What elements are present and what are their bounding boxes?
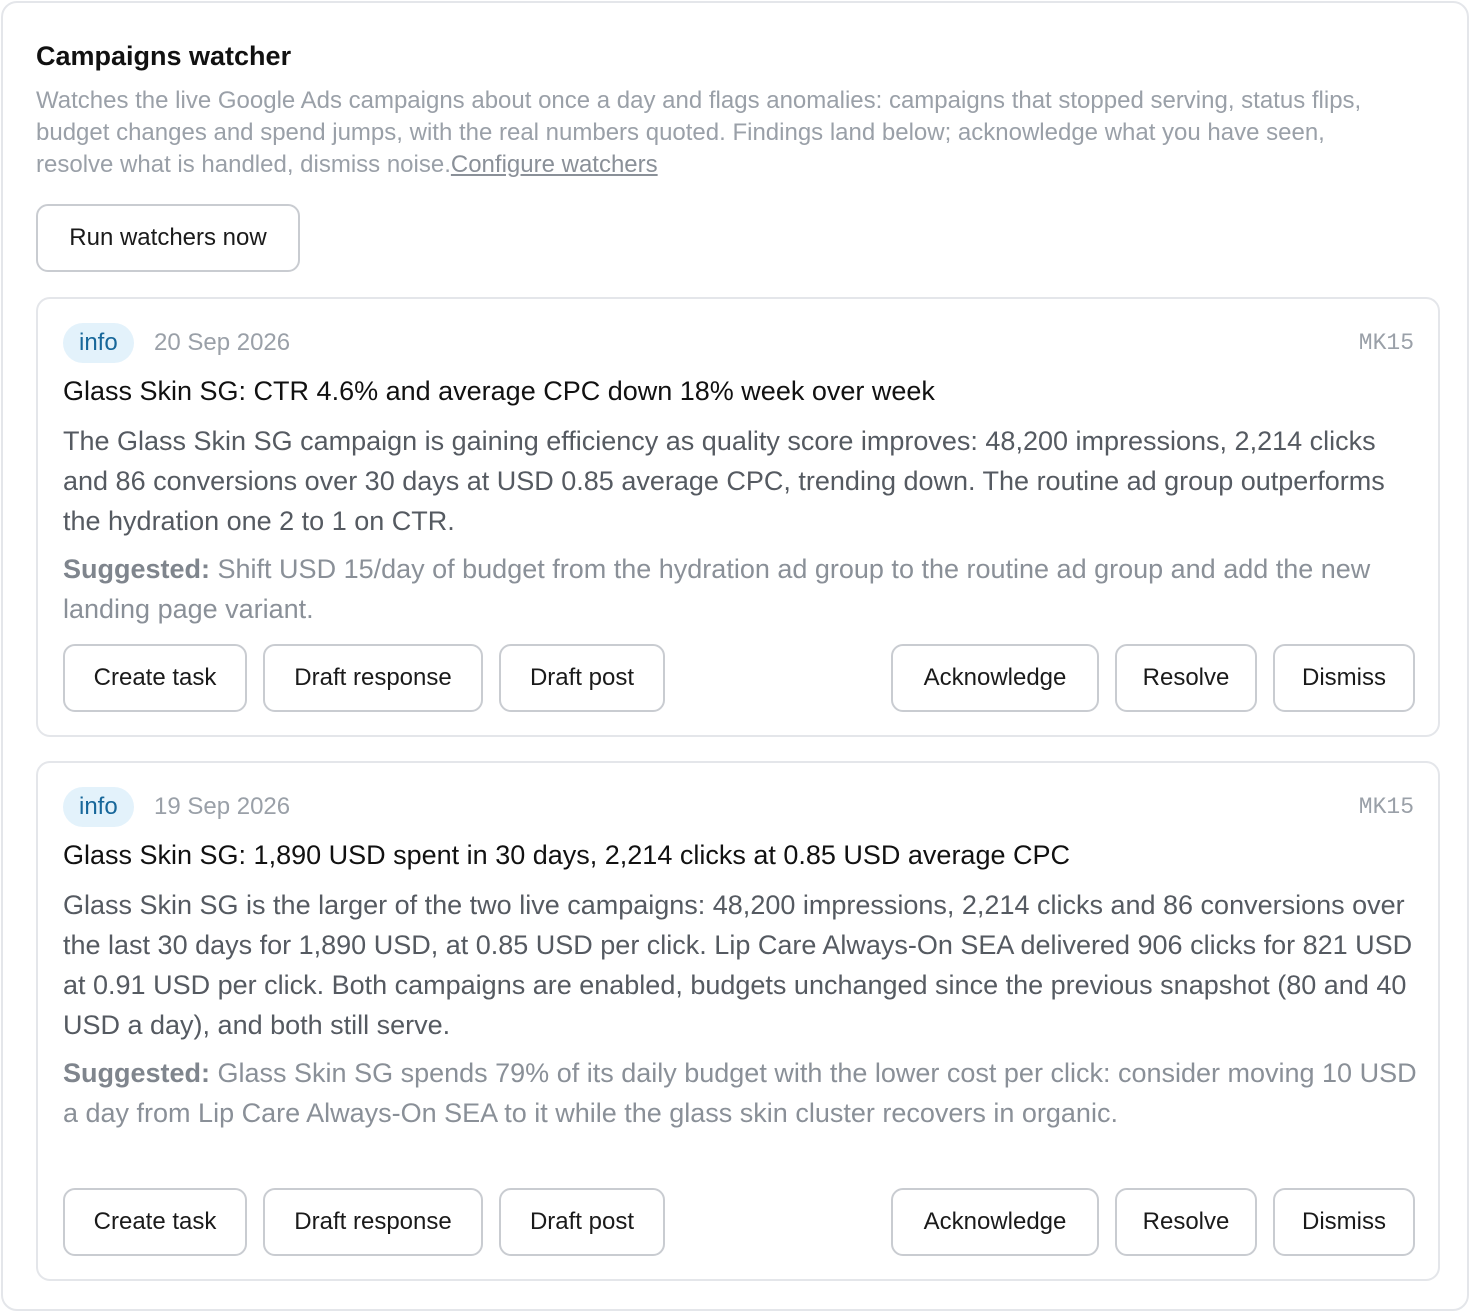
panel-description-text: Watches the live Google Ads campaigns ab… — [36, 87, 1362, 178]
finding-card: info 19 Sep 2026 MK15 Glass Skin SG: 1,8… — [36, 761, 1440, 1281]
dismiss-button[interactable]: Dismiss — [1273, 644, 1415, 712]
finding-code: MK15 — [1358, 330, 1414, 356]
finding-suggestion: Suggested: Shift USD 15/day of budget fr… — [63, 549, 1418, 629]
severity-badge: info — [63, 787, 134, 827]
finding-title: Glass Skin SG: 1,890 USD spent in 30 day… — [63, 840, 1070, 870]
acknowledge-button[interactable]: Acknowledge — [891, 644, 1099, 712]
create-task-button[interactable]: Create task — [63, 1188, 247, 1256]
panel-description: Watches the live Google Ads campaigns ab… — [36, 85, 1396, 181]
draft-response-button[interactable]: Draft response — [263, 1188, 483, 1256]
configure-watchers-link[interactable]: Configure watchers — [451, 151, 658, 178]
finding-actions: Create task Draft response Draft post Ac… — [63, 644, 1415, 712]
resolve-button[interactable]: Resolve — [1115, 1188, 1257, 1256]
panel-title: Campaigns watcher — [36, 41, 292, 71]
finding-card: info 20 Sep 2026 MK15 Glass Skin SG: CTR… — [36, 297, 1440, 737]
campaigns-watcher-panel: Campaigns watcher Watches the live Googl… — [1, 1, 1469, 1311]
finding-code: MK15 — [1358, 794, 1414, 820]
finding-actions: Create task Draft response Draft post Ac… — [63, 1188, 1415, 1256]
draft-post-button[interactable]: Draft post — [499, 1188, 665, 1256]
run-watchers-button[interactable]: Run watchers now — [36, 204, 300, 272]
suggested-text: Shift USD 15/day of budget from the hydr… — [63, 554, 1371, 624]
dismiss-button[interactable]: Dismiss — [1273, 1188, 1415, 1256]
create-task-button[interactable]: Create task — [63, 644, 247, 712]
finding-date: 19 Sep 2026 — [154, 793, 291, 820]
finding-body: Glass Skin SG is the larger of the two l… — [63, 890, 1413, 1040]
severity-badge: info — [63, 323, 134, 363]
suggested-label: Suggested: — [63, 554, 211, 584]
finding-body: The Glass Skin SG campaign is gaining ef… — [63, 426, 1385, 536]
draft-post-button[interactable]: Draft post — [499, 644, 665, 712]
acknowledge-button[interactable]: Acknowledge — [891, 1188, 1099, 1256]
finding-date: 20 Sep 2026 — [154, 329, 291, 356]
draft-response-button[interactable]: Draft response — [263, 644, 483, 712]
finding-suggestion: Suggested: Glass Skin SG spends 79% of i… — [63, 1053, 1418, 1133]
resolve-button[interactable]: Resolve — [1115, 644, 1257, 712]
suggested-text: Glass Skin SG spends 79% of its daily bu… — [63, 1058, 1417, 1128]
finding-title: Glass Skin SG: CTR 4.6% and average CPC … — [63, 376, 935, 406]
suggested-label: Suggested: — [63, 1058, 211, 1088]
